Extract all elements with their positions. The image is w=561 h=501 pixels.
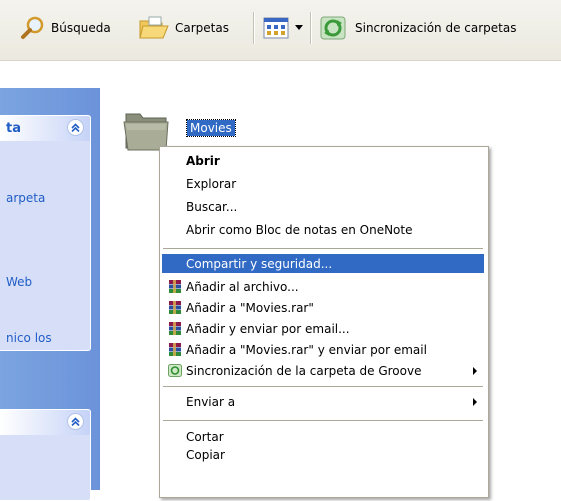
menu-item-label: Buscar... bbox=[186, 199, 238, 214]
task-panel-header[interactable] bbox=[0, 410, 90, 435]
menu-item-label: Abrir bbox=[186, 153, 220, 168]
chevron-down-icon[interactable] bbox=[295, 25, 303, 31]
submenu-arrow-icon bbox=[473, 398, 477, 406]
menu-item-send-to[interactable]: Enviar a bbox=[162, 392, 484, 411]
menu-item-add-to-movies-rar[interactable]: Añadir a "Movies.rar" bbox=[162, 298, 484, 317]
menu-separator bbox=[163, 420, 483, 421]
menu-item-add-to-archive[interactable]: Añadir al archivo... bbox=[162, 277, 484, 296]
folder-sync-button[interactable]: Sincronización de carpetas bbox=[318, 14, 516, 42]
menu-item-groove-sync[interactable]: Sincronización de la carpeta de Groove bbox=[162, 361, 484, 380]
folder-name-label[interactable]: Movies bbox=[186, 119, 236, 137]
winrar-icon bbox=[168, 280, 182, 293]
toolbar: Búsqueda Carpetas Sincronización de carp… bbox=[0, 0, 561, 61]
menu-item-label: Añadir al archivo... bbox=[186, 279, 299, 294]
task-panel bbox=[0, 409, 91, 501]
task-panel-title: ta bbox=[6, 121, 21, 136]
folder-open-icon bbox=[138, 15, 170, 41]
menu-item-label: Sincronización de la carpeta de Groove bbox=[186, 363, 422, 378]
views-button[interactable] bbox=[262, 14, 303, 42]
menu-item-sharing-security[interactable]: Compartir y seguridad... bbox=[162, 254, 484, 273]
winrar-icon bbox=[168, 322, 182, 335]
menu-item-label: Añadir y enviar por email... bbox=[186, 321, 350, 336]
menu-item-add-to-movies-rar-and-email[interactable]: Añadir a "Movies.rar" y enviar por email bbox=[162, 340, 484, 359]
menu-item-label: Añadir a "Movies.rar" y enviar por email bbox=[186, 342, 427, 357]
menu-item-label: Abrir como Bloc de notas en OneNote bbox=[186, 222, 413, 237]
views-icon bbox=[262, 15, 290, 41]
menu-item-open[interactable]: Abrir bbox=[162, 151, 484, 170]
collapse-icon[interactable] bbox=[67, 413, 84, 430]
menu-item-explore[interactable]: Explorar bbox=[162, 174, 484, 193]
menu-item-label: Cortar bbox=[186, 429, 224, 444]
menu-item-label: Explorar bbox=[186, 176, 237, 191]
menu-item-label: Añadir a "Movies.rar" bbox=[186, 300, 314, 315]
collapse-icon[interactable] bbox=[67, 119, 84, 136]
task-panel: ta arpeta Web nico los bbox=[0, 115, 91, 351]
address-area bbox=[0, 61, 561, 87]
context-menu: Abrir Explorar Buscar... Abrir como Bloc… bbox=[159, 146, 489, 498]
folders-button-label: Carpetas bbox=[175, 21, 229, 35]
task-link[interactable]: arpeta bbox=[6, 191, 45, 205]
menu-separator bbox=[163, 386, 483, 387]
menu-item-label: Enviar a bbox=[186, 394, 236, 409]
submenu-arrow-icon bbox=[473, 367, 477, 375]
menu-item-open-onenote[interactable]: Abrir como Bloc de notas en OneNote bbox=[162, 220, 484, 239]
menu-separator bbox=[163, 248, 483, 249]
groove-icon bbox=[168, 364, 182, 377]
search-button[interactable]: Búsqueda bbox=[20, 14, 111, 42]
menu-item-cut[interactable]: Cortar bbox=[162, 427, 484, 446]
folder-sync-button-label: Sincronización de carpetas bbox=[355, 21, 517, 35]
winrar-icon bbox=[168, 343, 182, 356]
menu-item-copy[interactable]: Copiar bbox=[162, 445, 484, 464]
toolbar-separator bbox=[310, 12, 312, 44]
task-link[interactable]: nico los bbox=[6, 331, 52, 345]
task-panel-header[interactable]: ta bbox=[0, 116, 90, 141]
magnifier-icon bbox=[20, 15, 46, 41]
toolbar-separator bbox=[253, 12, 255, 44]
menu-item-search[interactable]: Buscar... bbox=[162, 197, 484, 216]
winrar-icon bbox=[168, 301, 182, 314]
task-link[interactable]: Web bbox=[6, 275, 32, 289]
menu-item-add-and-email[interactable]: Añadir y enviar por email... bbox=[162, 319, 484, 338]
menu-item-label: Compartir y seguridad... bbox=[186, 256, 333, 271]
menu-item-label: Copiar bbox=[186, 447, 225, 462]
folders-button[interactable]: Carpetas bbox=[138, 14, 229, 42]
task-pane: ta arpeta Web nico los bbox=[0, 88, 100, 501]
sync-icon bbox=[318, 15, 350, 41]
search-button-label: Búsqueda bbox=[51, 21, 111, 35]
